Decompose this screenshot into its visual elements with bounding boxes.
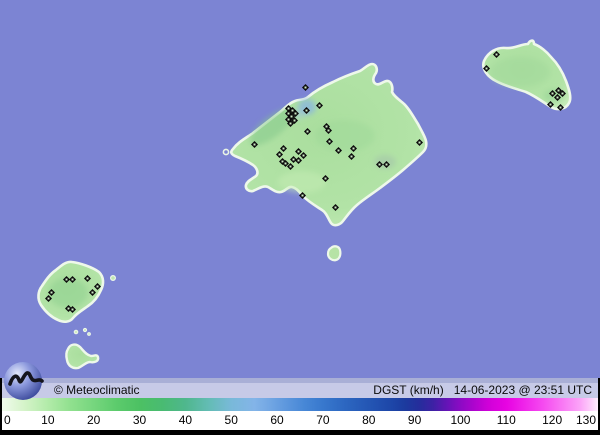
tick-label-0: 0: [4, 413, 11, 427]
tick-label-60: 60: [270, 413, 284, 427]
colorbar-tick-labels: 0 10 20 30 40 50 60 70 80 90 100 110 120 130: [2, 411, 598, 430]
copyright-text: © Meteoclimatic: [54, 383, 140, 397]
tick-label-50: 50: [224, 413, 238, 427]
tick-label-80: 80: [362, 413, 376, 427]
tick-label-20: 20: [87, 413, 101, 427]
islet-espalmador-2: [82, 327, 88, 333]
wind-gust-colorbar: [2, 398, 598, 411]
islet-dragonera: [222, 148, 230, 156]
timestamp-label: 14-06-2023 @ 23:51 UTC: [453, 383, 592, 397]
product-label: DGST (km/h): [373, 383, 444, 397]
product-timestamp: DGST (km/h) 14-06-2023 @ 23:51 UTC: [373, 383, 592, 397]
islet-espalmador-3: [87, 332, 91, 336]
legend-title-row: © Meteoclimatic DGST (km/h) 14-06-2023 @ …: [2, 378, 598, 398]
tick-label-130: 130: [575, 413, 596, 427]
tick-label-10: 10: [41, 413, 55, 427]
island-mallorca: [229, 62, 428, 227]
islet-tagomago: [109, 275, 116, 282]
tick-label-70: 70: [316, 413, 330, 427]
tick-label-90: 90: [407, 413, 422, 427]
island-cabrera: [326, 245, 342, 262]
islands-svg: [37, 39, 572, 370]
meteoclimatic-gust-map: © Meteoclimatic DGST (km/h) 14-06-2023 @ …: [0, 0, 600, 435]
islet-espalmador-1: [73, 329, 79, 335]
map-area: [0, 0, 600, 378]
island-formentera: [65, 343, 100, 370]
tick-label-110: 110: [496, 413, 516, 427]
tick-label-100: 100: [450, 413, 471, 427]
tick-label-30: 30: [132, 413, 147, 427]
tick-label-40: 40: [178, 413, 193, 427]
tick-label-120: 120: [542, 413, 563, 427]
meteoclimatic-logo: [2, 358, 48, 404]
meteoclimatic-logo-icon: [4, 362, 44, 400]
footer-bar: © Meteoclimatic DGST (km/h) 14-06-2023 @ …: [0, 378, 600, 435]
